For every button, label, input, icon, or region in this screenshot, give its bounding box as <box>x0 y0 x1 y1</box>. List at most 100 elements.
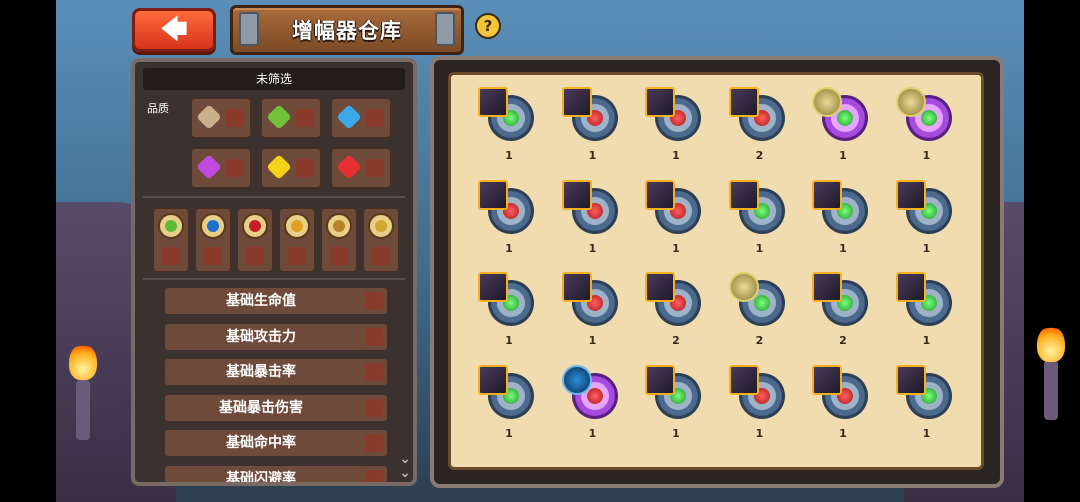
amplifier-item[interactable]: 1 <box>645 364 707 445</box>
hero-portrait-icon <box>645 87 675 117</box>
amplifier-item[interactable]: 1 <box>478 87 540 167</box>
checkbox[interactable] <box>246 247 264 265</box>
item-quantity: 1 <box>672 241 680 255</box>
checkbox[interactable] <box>365 434 383 452</box>
divider <box>143 196 405 198</box>
quality-filter-2[interactable] <box>261 98 321 138</box>
amplifier-item[interactable]: 1 <box>561 272 624 352</box>
amplifier-item[interactable]: 2 <box>812 272 874 352</box>
scroll-down-icon[interactable]: ⌄ ⌄ <box>399 452 411 480</box>
amplifier-item[interactable]: 2 <box>728 272 791 352</box>
stat-filter-row[interactable]: 基础暴击率 <box>165 359 387 385</box>
checkbox[interactable] <box>365 363 383 381</box>
hero-portrait-icon <box>645 179 675 210</box>
item-quantity: 1 <box>588 334 597 347</box>
quality-filter-6[interactable] <box>331 148 391 188</box>
amplifier-item[interactable]: 1 <box>561 179 624 260</box>
quality-gem-icon <box>196 104 222 130</box>
checkbox[interactable] <box>226 109 244 127</box>
amplifier-item[interactable]: 1 <box>895 179 958 260</box>
spiral-icon <box>368 213 394 239</box>
amplifier-item[interactable]: 1 <box>812 179 874 260</box>
quality-label: 品质 <box>147 102 169 115</box>
type-filter-3[interactable] <box>237 208 273 272</box>
amplifier-item[interactable]: 1 <box>645 87 707 167</box>
amplifier-item[interactable]: 1 <box>728 364 791 445</box>
hero-portrait-icon <box>895 87 926 117</box>
hero-portrait-icon <box>812 364 842 395</box>
hero-portrait-icon <box>895 179 926 210</box>
item-quantity: 2 <box>755 149 764 162</box>
item-quantity: 1 <box>505 241 513 255</box>
checkbox[interactable] <box>365 469 383 482</box>
quality-filter-1[interactable] <box>191 98 251 138</box>
item-quantity: 1 <box>755 426 764 440</box>
type-filter-6[interactable] <box>363 208 399 272</box>
hero-portrait-icon <box>728 364 759 395</box>
hero-portrait-icon <box>561 272 592 302</box>
amplifier-item[interactable]: 1 <box>645 179 707 260</box>
stat-label: 基础命中率 <box>226 435 296 451</box>
hero-portrait-icon <box>561 87 592 117</box>
scroll-icon <box>326 213 352 239</box>
item-quantity: 1 <box>922 149 931 162</box>
amplifier-item[interactable]: 1 <box>895 364 958 445</box>
checkbox[interactable] <box>365 292 383 310</box>
quality-filter-3[interactable] <box>331 98 391 138</box>
back-button[interactable]: 🡄 <box>132 8 216 52</box>
amplifier-item[interactable]: 1 <box>561 364 624 445</box>
help-button[interactable]: ? <box>475 13 501 39</box>
stat-label: 基础闪避率 <box>226 470 296 486</box>
checkbox[interactable] <box>365 398 383 417</box>
golden-helmet-icon <box>284 213 310 239</box>
amplifier-item[interactable]: 1 <box>728 179 791 260</box>
stat-filter-row[interactable]: 基础暴击伤害 <box>165 394 387 421</box>
checkbox[interactable] <box>226 159 244 177</box>
amplifier-item[interactable]: 1 <box>812 87 874 167</box>
checkbox[interactable] <box>366 109 384 127</box>
blue-eye-icon <box>200 213 226 239</box>
amplifier-item[interactable]: 2 <box>645 272 707 352</box>
hero-portrait-icon <box>812 272 842 302</box>
hero-portrait-icon <box>812 87 842 117</box>
amplifier-item[interactable]: 1 <box>561 87 624 167</box>
amplifier-item[interactable]: 1 <box>478 179 540 260</box>
type-filter-2[interactable] <box>195 208 231 272</box>
type-filter-1[interactable] <box>153 208 189 272</box>
checkbox[interactable] <box>204 247 222 265</box>
checkbox[interactable] <box>296 159 314 177</box>
checkbox[interactable] <box>330 247 348 265</box>
stat-filter-row[interactable]: 基础生命值 <box>165 288 387 314</box>
item-quantity: 1 <box>588 426 597 440</box>
hero-portrait-icon <box>895 272 926 302</box>
checkbox[interactable] <box>366 159 384 177</box>
torch-right <box>1044 360 1058 420</box>
green-leaf-icon <box>158 213 184 239</box>
checkbox[interactable] <box>372 247 390 265</box>
checkbox[interactable] <box>296 109 314 127</box>
checkbox[interactable] <box>365 327 383 346</box>
type-filter-5[interactable] <box>321 208 357 272</box>
amplifier-item[interactable]: 2 <box>728 87 791 167</box>
stat-filter-row[interactable]: 基础闪避率 <box>165 465 387 486</box>
checkbox[interactable] <box>288 247 306 265</box>
stat-label: 基础攻击力 <box>226 328 296 345</box>
hero-portrait-icon <box>478 179 508 210</box>
amplifier-item[interactable]: 1 <box>895 272 958 352</box>
hero-portrait-icon <box>728 87 759 117</box>
amplifier-item[interactable]: 1 <box>812 364 874 445</box>
quality-filter-4[interactable] <box>191 148 251 188</box>
left-letterbox <box>0 0 56 502</box>
quality-filter-5[interactable] <box>261 148 321 188</box>
quality-gem-icon <box>266 104 292 130</box>
type-filter-4[interactable] <box>279 208 315 272</box>
amplifier-item[interactable]: 1 <box>478 364 540 445</box>
amplifier-item[interactable]: 1 <box>478 272 540 352</box>
checkbox[interactable] <box>162 247 180 265</box>
item-quantity: 1 <box>505 149 513 162</box>
stat-filter-row[interactable]: 基础攻击力 <box>165 323 387 350</box>
amplifier-item[interactable]: 1 <box>895 87 958 167</box>
quality-gem-icon <box>336 104 362 130</box>
hero-portrait-icon <box>478 272 508 302</box>
stat-filter-row[interactable]: 基础命中率 <box>165 430 387 456</box>
